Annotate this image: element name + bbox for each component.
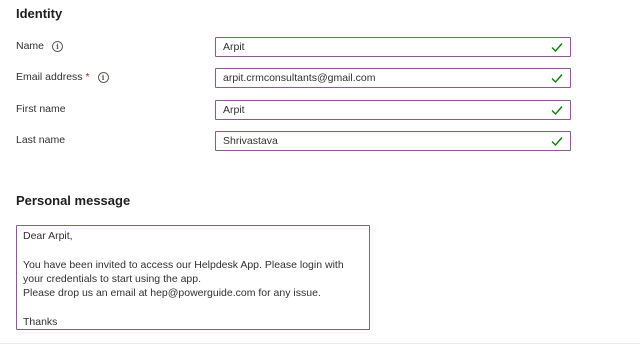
last-name-value: Shrivastava	[223, 135, 278, 147]
email-label-group: Email address * i	[16, 71, 109, 83]
first-name-label: First name	[16, 103, 66, 115]
first-name-row: First name Arpit	[16, 100, 571, 120]
name-field[interactable]: Arpit	[215, 37, 571, 57]
checkmark-icon	[551, 43, 563, 53]
checkmark-icon	[551, 106, 563, 116]
identity-heading: Identity	[16, 6, 63, 21]
first-name-field[interactable]: Arpit	[215, 100, 571, 120]
personal-message-textarea[interactable]: Dear Arpit, You have been invited to acc…	[16, 225, 370, 330]
divider	[0, 343, 640, 344]
first-name-value: Arpit	[223, 104, 245, 116]
email-row: Email address * i arpit.crmconsultants@g…	[16, 68, 571, 88]
checkmark-icon	[551, 137, 563, 147]
email-label: Email address	[16, 71, 83, 83]
required-marker: *	[85, 71, 90, 83]
name-row: Name i Arpit	[16, 37, 571, 57]
last-name-label-group: Last name	[16, 134, 65, 146]
email-field[interactable]: arpit.crmconsultants@gmail.com	[215, 68, 571, 88]
info-icon[interactable]: i	[52, 40, 64, 52]
name-label: Name	[16, 40, 45, 52]
name-label-group: Name i	[16, 40, 64, 52]
last-name-field[interactable]: Shrivastava	[215, 131, 571, 151]
checkmark-icon	[551, 74, 563, 84]
info-icon[interactable]: i	[97, 71, 109, 83]
personal-message-heading: Personal message	[16, 193, 131, 208]
personal-message-text: Dear Arpit, You have been invited to acc…	[23, 230, 344, 328]
last-name-row: Last name Shrivastava	[16, 131, 571, 151]
email-value: arpit.crmconsultants@gmail.com	[223, 72, 376, 84]
last-name-label: Last name	[16, 134, 66, 146]
first-name-label-group: First name	[16, 103, 66, 115]
name-value: Arpit	[223, 41, 245, 53]
